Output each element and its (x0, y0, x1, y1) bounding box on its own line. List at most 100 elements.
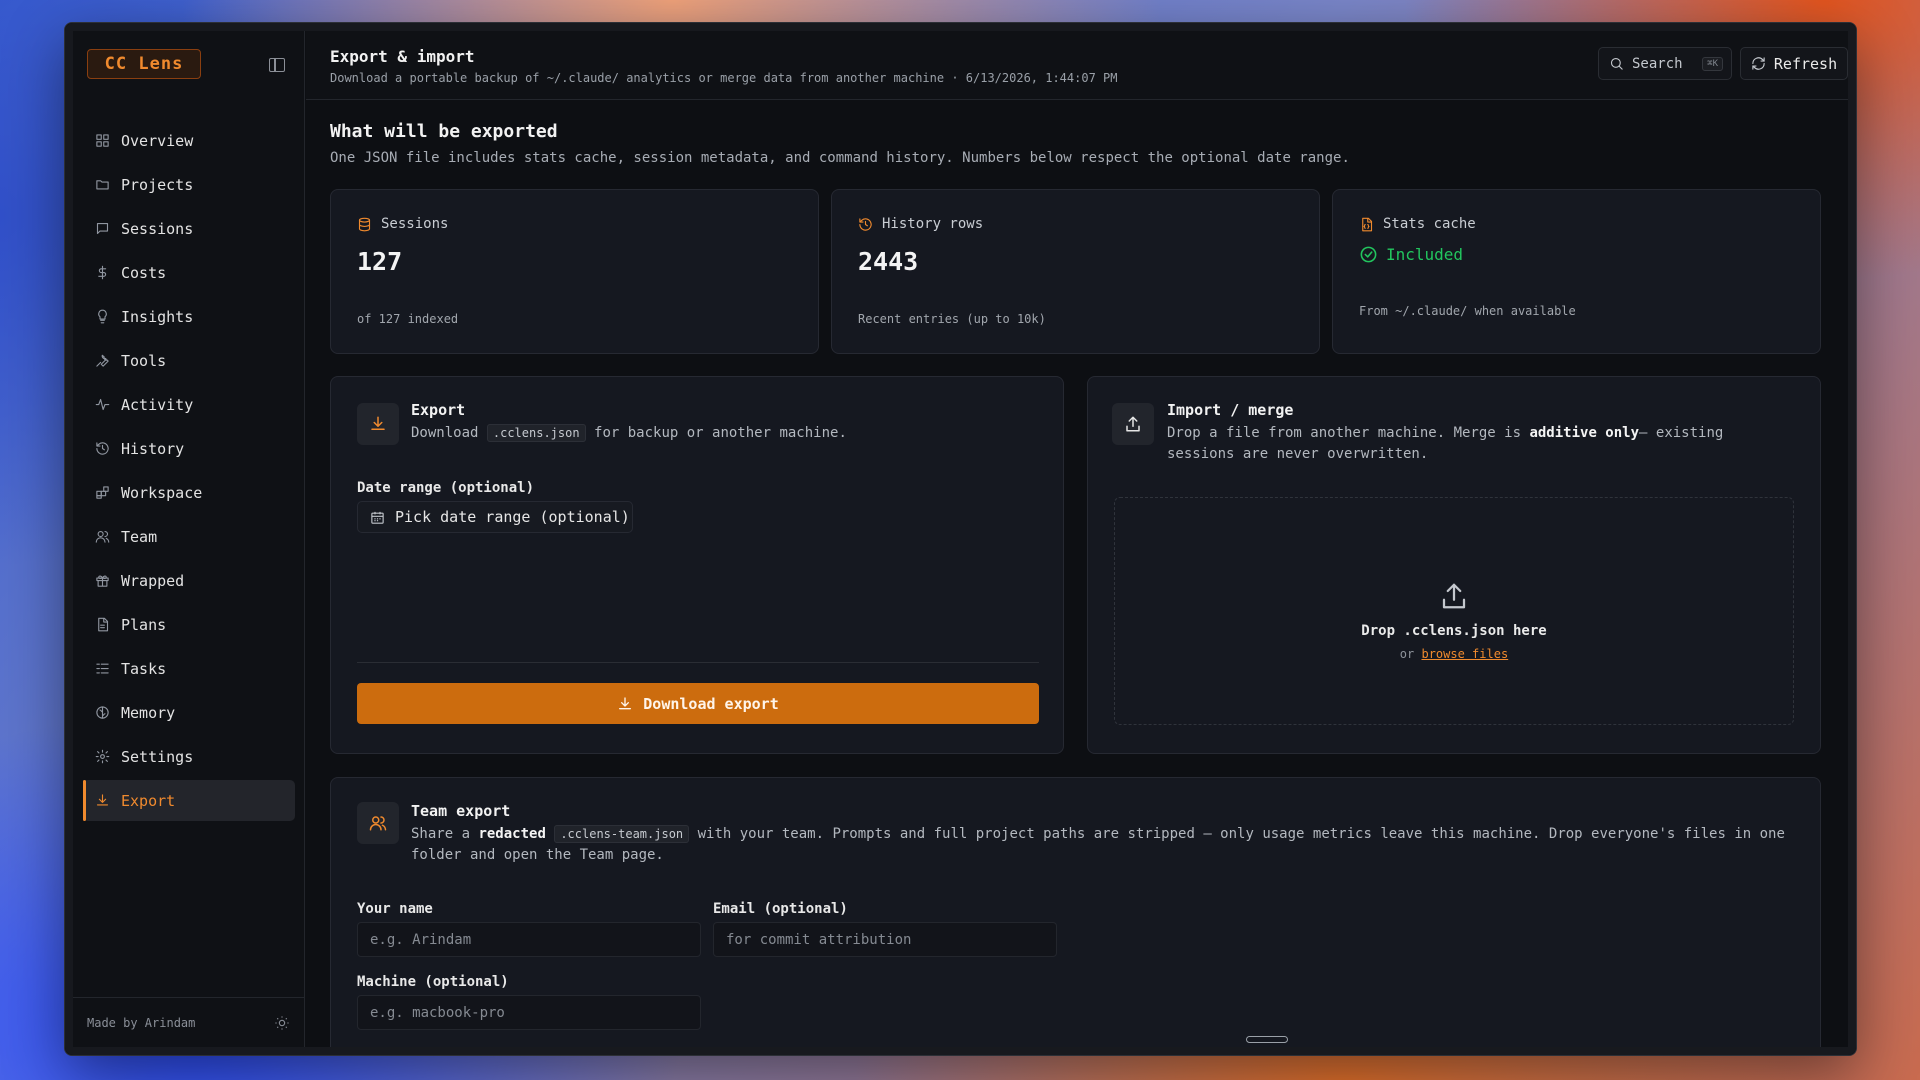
sidebar-nav: Overview Projects Sessions Costs Insight… (73, 120, 305, 824)
sidebar-item-tasks[interactable]: Tasks (83, 648, 295, 689)
stat-value: Included (1386, 245, 1464, 264)
download-export-button[interactable]: Download export (357, 683, 1039, 724)
stat-status: Included (1359, 245, 1463, 264)
stat-card-cache: Stats cache Included From ~/.claude/ whe… (1332, 189, 1821, 354)
gear-icon (95, 749, 110, 764)
folder-icon (96, 180, 109, 190)
sidebar-item-wrapped[interactable]: Wrapped (83, 560, 295, 601)
app-window: CC Lens Overview Projects Sessions Costs (64, 22, 1857, 1056)
sidebar-item-label: Wrapped (121, 571, 185, 590)
sidebar-item-memory[interactable]: Memory (83, 692, 295, 733)
sidebar-item-export[interactable]: Export (83, 780, 295, 821)
footer-credit: Made by Arindam (87, 1015, 196, 1030)
download-label: Download export (643, 694, 779, 713)
main-content: What will be exported One JSON file incl… (306, 101, 1848, 1047)
sidebar-item-label: Projects (121, 175, 194, 194)
section-title: What will be exported (330, 121, 558, 142)
users-icon (369, 816, 387, 831)
sidebar-item-workspace[interactable]: Workspace (83, 472, 295, 513)
sidebar-item-sessions[interactable]: Sessions (83, 208, 295, 249)
page-title: Export & import (330, 47, 475, 66)
sidebar-item-plans[interactable]: Plans (83, 604, 295, 645)
blocks-icon (96, 486, 109, 499)
app-logo[interactable]: CC Lens (87, 49, 201, 79)
sidebar-item-label: Tasks (121, 659, 167, 678)
import-description: Drop a file from another machine. Merge … (1167, 423, 1767, 465)
file-icon (98, 617, 109, 632)
sidebar-item-label: Tools (121, 351, 167, 370)
check-circle-icon (1360, 246, 1377, 263)
export-card: Export Download .cclens.json for backup … (330, 376, 1064, 754)
stat-card-sessions: Sessions 127 of 127 indexed (330, 189, 819, 354)
email-input[interactable] (713, 922, 1057, 957)
sidebar-item-activity[interactable]: Activity (83, 384, 295, 425)
download-icon (371, 416, 385, 430)
wrench-icon (96, 354, 109, 367)
sidebar-footer: Made by Arindam (73, 997, 304, 1047)
name-label: Your name (357, 901, 433, 917)
desc-text: Download (411, 425, 479, 441)
sidebar-item-settings[interactable]: Settings (83, 736, 295, 777)
stat-label: Stats cache (1383, 216, 1476, 232)
search-button[interactable]: Search ⌘K (1598, 47, 1732, 80)
sidebar-item-label: Sessions (121, 219, 194, 238)
stat-header: Sessions (357, 216, 448, 232)
refresh-button[interactable]: Refresh (1740, 47, 1848, 80)
sidebar-item-label: Settings (121, 747, 194, 766)
upload-icon (1126, 416, 1140, 432)
email-label: Email (optional) (713, 901, 848, 917)
desc-text: Share a (411, 826, 471, 842)
grid-icon (96, 134, 109, 147)
sun-icon[interactable] (274, 1015, 290, 1031)
stat-header: Stats cache (1359, 216, 1476, 232)
date-range-picker[interactable]: Pick date range (optional) (357, 501, 633, 533)
database-icon (358, 217, 371, 231)
filename-code: .cclens-team.json (554, 825, 690, 843)
sidebar-item-overview[interactable]: Overview (83, 120, 295, 161)
upload-icon (1442, 583, 1466, 609)
search-label: Search (1632, 55, 1683, 72)
file-json-icon (1362, 217, 1373, 231)
sidebar-item-label: History (121, 439, 185, 458)
gift-icon (96, 575, 109, 587)
sidebar: CC Lens Overview Projects Sessions Costs (73, 31, 305, 1047)
export-description: Download .cclens.json for backup or anot… (411, 423, 847, 444)
browse-files-link[interactable]: browse files (1421, 647, 1508, 661)
scroll-handle[interactable] (1246, 1036, 1288, 1043)
filename-code: .cclens.json (486, 424, 586, 442)
sidebar-item-label: Insights (121, 307, 194, 326)
team-export-card: Team export Share a redacted .cclens-tea… (330, 777, 1821, 1047)
sidebar-item-team[interactable]: Team (83, 516, 295, 557)
sidebar-item-insights[interactable]: Insights (83, 296, 295, 337)
dollar-icon (98, 265, 107, 280)
drop-subtext: or browse files (1400, 647, 1508, 661)
export-icon-box (357, 403, 399, 445)
page-header: Export & import Download a portable back… (306, 31, 1848, 100)
users-icon (95, 530, 110, 543)
history-icon (859, 217, 872, 231)
activity-icon (95, 398, 110, 411)
refresh-icon (1752, 57, 1765, 70)
drop-text: Drop .cclens.json here (1361, 623, 1547, 639)
sidebar-item-label: Team (121, 527, 158, 546)
name-input[interactable] (357, 922, 701, 957)
sidebar-item-label: Plans (121, 615, 167, 634)
sidebar-item-tools[interactable]: Tools (83, 340, 295, 381)
machine-input[interactable] (357, 995, 701, 1030)
search-shortcut: ⌘K (1702, 56, 1723, 71)
team-icon-box (357, 802, 399, 844)
sidebar-item-history[interactable]: History (83, 428, 295, 469)
stat-header: History rows (858, 216, 983, 232)
sidebar-item-costs[interactable]: Costs (83, 252, 295, 293)
stat-note: Recent entries (up to 10k) (858, 312, 1046, 326)
sidebar-item-projects[interactable]: Projects (83, 164, 295, 205)
page-subtitle: Download a portable backup of ~/.claude/… (330, 71, 1118, 85)
import-card: Import / merge Drop a file from another … (1087, 376, 1821, 754)
refresh-label: Refresh (1773, 54, 1838, 73)
stat-note: of 127 indexed (357, 312, 459, 326)
desc-text: for backup or another machine. (594, 425, 847, 441)
file-dropzone[interactable]: Drop .cclens.json here or browse files (1114, 497, 1794, 725)
divider (357, 662, 1039, 663)
sidebar-collapse-icon[interactable] (269, 58, 285, 72)
message-icon (96, 222, 109, 235)
